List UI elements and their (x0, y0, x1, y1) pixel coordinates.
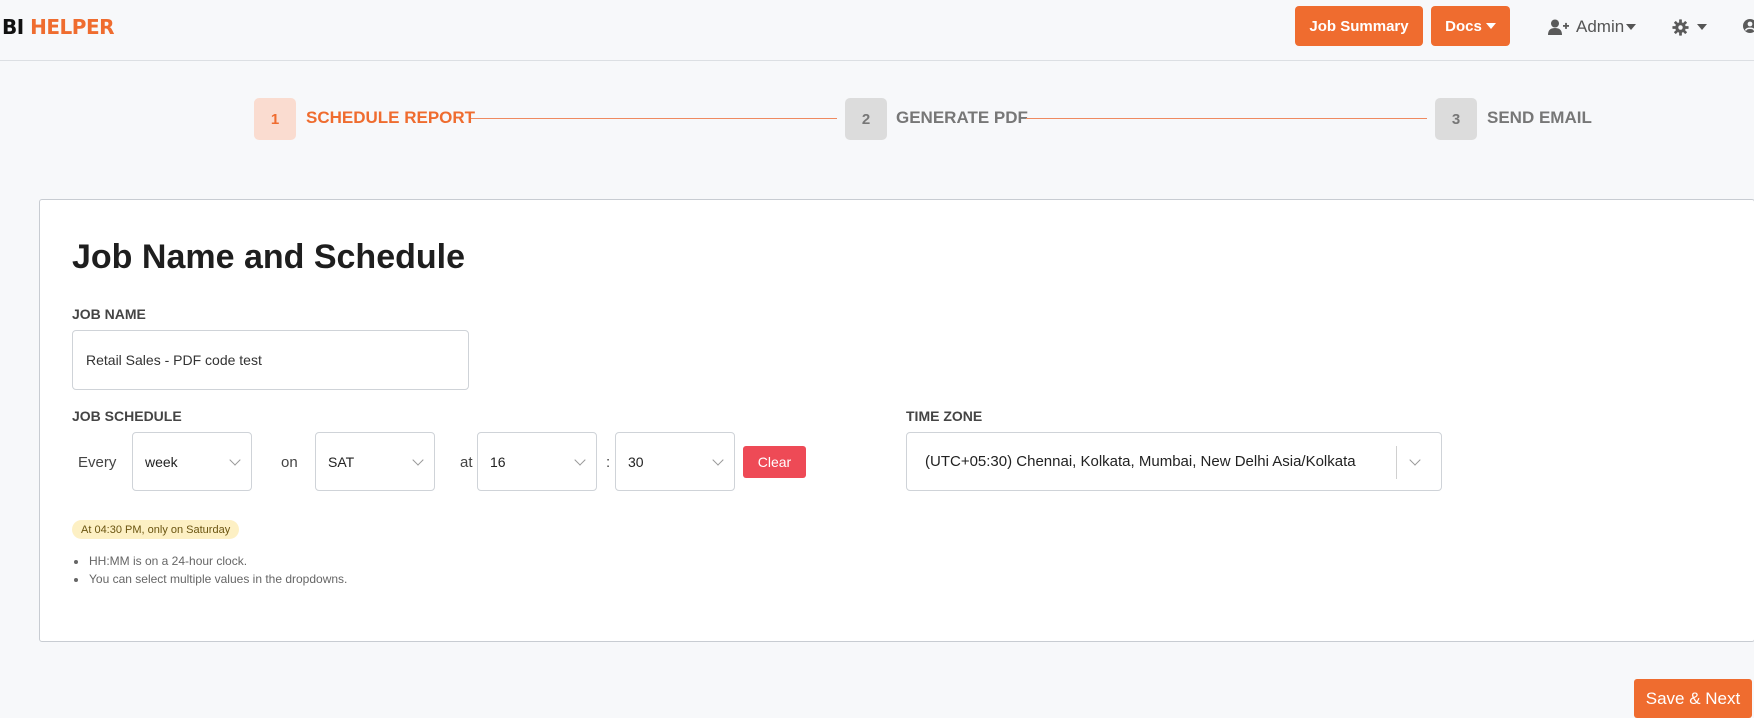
caret-down-icon (1697, 24, 1707, 30)
time-zone-label: TIME ZONE (906, 408, 983, 424)
step-3-badge: 3 (1435, 98, 1477, 140)
frequency-select[interactable]: week (132, 432, 252, 491)
at-label: at (460, 454, 473, 471)
step-connector (471, 118, 837, 119)
settings-menu[interactable] (1672, 16, 1707, 38)
step-1-label: SCHEDULE REPORT (306, 108, 476, 127)
step-2-badge: 2 (845, 98, 887, 140)
docs-dropdown-button[interactable]: Docs (1431, 6, 1510, 46)
minute-select[interactable]: 30 (615, 432, 735, 491)
help-notes: HH:MM is on a 24-hour clock. You can sel… (88, 554, 347, 590)
list-item: HH:MM is on a 24-hour clock. (88, 554, 347, 568)
step-2-label: GENERATE PDF (896, 108, 1028, 127)
job-schedule-card: Job Name and Schedule JOB NAME Retail Sa… (39, 199, 1754, 642)
admin-label: Admin (1576, 17, 1625, 36)
job-name-value: Retail Sales - PDF code test (86, 352, 262, 368)
job-name-input[interactable]: Retail Sales - PDF code test (72, 330, 469, 390)
every-label: Every (78, 454, 117, 471)
brand-logo[interactable]: BI HELPER (2, 15, 115, 39)
user-account-icon[interactable] (1742, 17, 1754, 35)
page-title: Job Name and Schedule (72, 238, 465, 276)
job-name-label: JOB NAME (72, 306, 146, 322)
day-select[interactable]: SAT (315, 432, 435, 491)
schedule-summary-text: At 04:30 PM, only on Saturday (81, 523, 231, 536)
caret-down-icon (1485, 23, 1496, 29)
save-next-label: Save & Next (1645, 688, 1741, 708)
step-connector (1026, 118, 1427, 119)
chevron-down-icon (1409, 453, 1421, 466)
time-zone-select[interactable]: (UTC+05:30) Chennai, Kolkata, Mumbai, Ne… (906, 432, 1442, 491)
brand-part-helper: HELPER (30, 15, 115, 39)
time-colon: : (606, 454, 611, 471)
gear-icon (1672, 18, 1689, 36)
caret-down-icon (1626, 24, 1637, 30)
frequency-value: week (145, 453, 178, 470)
clear-label: Clear (757, 454, 792, 470)
top-navbar: BI HELPER Job Summary Docs Admin (0, 0, 1754, 61)
list-item: You can select multiple values in the dr… (88, 572, 347, 586)
step-3-label: SEND EMAIL (1487, 108, 1592, 127)
step-1-badge: 1 (254, 98, 296, 140)
chevron-down-icon (574, 453, 586, 466)
day-value: SAT (328, 453, 355, 470)
schedule-summary-badge: At 04:30 PM, only on Saturday (72, 520, 240, 539)
chevron-down-icon (229, 453, 241, 466)
minute-value: 30 (628, 453, 644, 470)
clear-button[interactable]: Clear (743, 446, 806, 478)
admin-menu[interactable]: Admin (1548, 16, 1637, 38)
select-separator (1396, 446, 1397, 479)
job-summary-button[interactable]: Job Summary (1295, 6, 1423, 46)
job-summary-label: Job Summary (1309, 17, 1409, 35)
docs-label: Docs (1445, 17, 1482, 35)
brand-part-bi: BI (2, 15, 24, 39)
job-schedule-label: JOB SCHEDULE (72, 408, 182, 424)
on-label: on (281, 454, 298, 471)
time-zone-value: (UTC+05:30) Chennai, Kolkata, Mumbai, Ne… (925, 453, 1356, 470)
hour-value: 16 (490, 453, 506, 470)
hour-select[interactable]: 16 (477, 432, 597, 491)
save-next-button[interactable]: Save & Next (1634, 679, 1752, 718)
user-plus-icon (1548, 19, 1569, 35)
chevron-down-icon (712, 453, 724, 466)
chevron-down-icon (412, 453, 424, 466)
